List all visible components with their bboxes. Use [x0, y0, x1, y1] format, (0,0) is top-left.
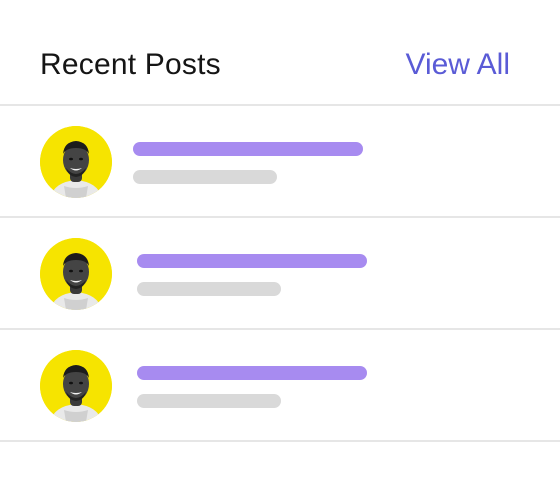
post-list-item[interactable]	[0, 106, 560, 218]
post-title-placeholder	[137, 254, 367, 268]
recent-posts-header: Recent Posts View All	[0, 0, 560, 106]
post-subtitle-placeholder	[133, 170, 277, 184]
post-title-placeholder	[133, 142, 363, 156]
post-subtitle-placeholder	[137, 394, 281, 408]
user-avatar-icon	[40, 350, 112, 422]
view-all-link[interactable]: View All	[405, 48, 510, 82]
post-list-item[interactable]	[0, 218, 560, 330]
user-avatar-icon	[40, 238, 112, 310]
avatar[interactable]	[40, 126, 112, 198]
post-title-placeholder	[137, 366, 367, 380]
avatar[interactable]	[40, 238, 112, 310]
section-title: Recent Posts	[40, 48, 221, 81]
post-subtitle-placeholder	[137, 282, 281, 296]
avatar[interactable]	[40, 350, 112, 422]
post-list-item[interactable]	[0, 330, 560, 442]
user-avatar-icon	[40, 126, 112, 198]
